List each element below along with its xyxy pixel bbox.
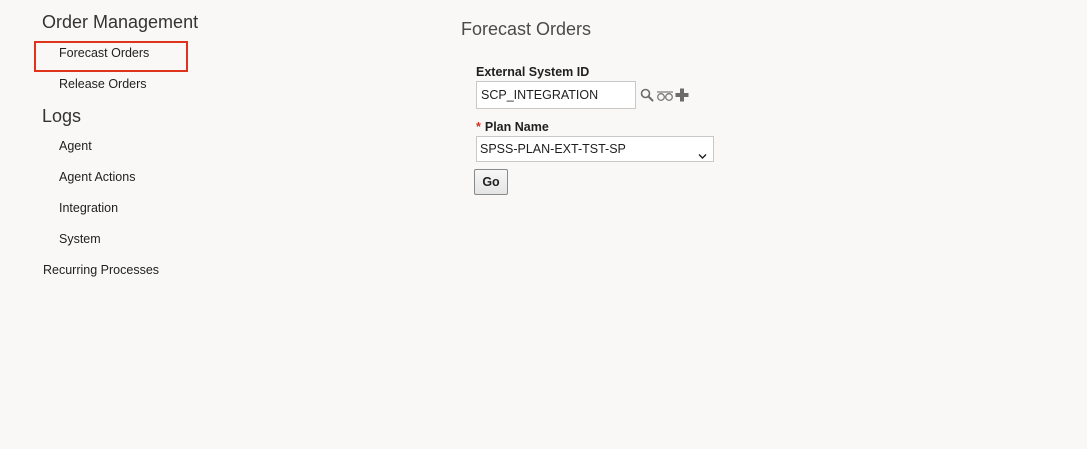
sidebar-item-agent[interactable]: Agent [59,138,92,154]
sidebar-item-release-orders[interactable]: Release Orders [59,76,147,92]
page-title: Forecast Orders [461,19,592,39]
page: Order Management Forecast Orders Release… [0,0,1087,449]
plus-icon[interactable] [675,88,689,102]
logs-heading: Logs [42,106,82,126]
plan-name-select[interactable]: SPSS-PLAN-EXT-TST-SP [476,136,714,162]
order-management-heading: Order Management [42,12,199,32]
chevron-down-icon [698,145,707,159]
sidebar: Order Management Forecast Orders Release… [0,0,420,449]
sidebar-item-system[interactable]: System [59,231,101,247]
sidebar-item-forecast-orders[interactable]: Forecast Orders [59,45,149,61]
external-system-id-label: External System ID [476,65,590,79]
required-marker: * [476,120,481,134]
sidebar-item-agent-actions[interactable]: Agent Actions [59,169,135,185]
sidebar-item-integration[interactable]: Integration [59,200,118,216]
plan-name-selected-value: SPSS-PLAN-EXT-TST-SP [480,142,626,156]
go-button[interactable]: Go [474,169,508,195]
external-system-id-input[interactable] [476,81,636,109]
plan-name-label-text: Plan Name [484,120,549,134]
sidebar-item-recurring-processes[interactable]: Recurring Processes [43,262,159,278]
glasses-icon[interactable] [656,89,674,101]
search-icon[interactable] [640,88,654,102]
plan-name-label: * Plan Name [476,119,549,135]
